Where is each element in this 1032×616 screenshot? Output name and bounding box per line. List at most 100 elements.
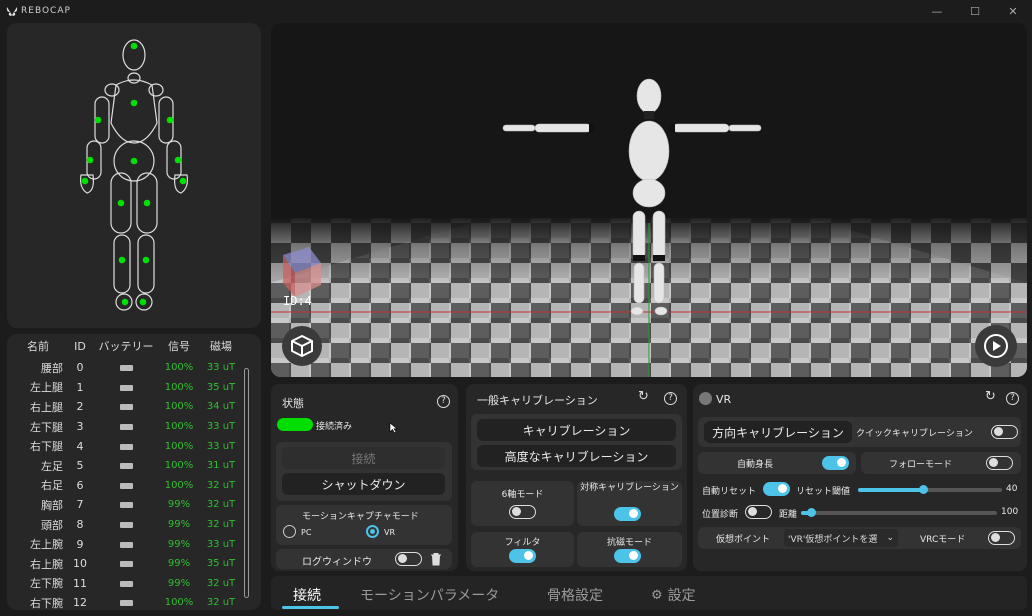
auto-reset-toggle[interactable] [763, 482, 790, 496]
vr-refresh-icon[interactable]: ↻ [985, 389, 996, 404]
signal-value: 100% [164, 440, 194, 452]
active-tab-underline [282, 606, 339, 609]
battery-icon [119, 561, 133, 568]
mode-pc-radio[interactable] [283, 525, 296, 538]
battery-cell [91, 538, 161, 551]
table-row: 右上腿 2 100% 34 uT [7, 397, 261, 417]
3d-viewport[interactable]: ID:4 [271, 23, 1027, 377]
header-signal: 信号 [168, 340, 190, 353]
table-row: 左足 5 100% 31 uT [7, 456, 261, 476]
magnetic-value: 33 uT [206, 362, 236, 374]
tab-settings[interactable]: ⚙ 設定 [651, 585, 696, 605]
header-battery: バッテリー [98, 340, 154, 353]
play-icon [984, 334, 1008, 358]
sensor-id: 12 [73, 596, 87, 610]
battery-cell [91, 459, 161, 472]
filter-toggle[interactable] [509, 549, 536, 563]
body-sensor-diagram [7, 23, 261, 328]
battery-icon [119, 502, 133, 509]
log-window-toggle[interactable] [395, 552, 422, 566]
sensor-id: 5 [76, 459, 84, 473]
calibrate-button[interactable]: キャリブレーション [477, 419, 676, 441]
magnetic-value: 32 uT [206, 577, 236, 589]
maximize-button[interactable]: ☐ [956, 0, 994, 22]
anti-mag-toggle[interactable] [614, 549, 641, 563]
vrc-mode-toggle[interactable] [988, 531, 1015, 545]
status-title: 状態 [282, 397, 304, 410]
battery-icon [119, 463, 133, 470]
signal-value: 100% [164, 421, 194, 433]
reset-threshold-label: リセット閾値 [796, 487, 851, 497]
symmetric-toggle[interactable] [614, 507, 641, 521]
position-diag-toggle[interactable] [745, 505, 772, 519]
six-axis-toggle[interactable] [509, 505, 536, 519]
sensor-id: 3 [76, 420, 84, 434]
sensor-list-scrollbar[interactable] [244, 368, 249, 598]
auto-height-toggle[interactable] [822, 456, 849, 470]
battery-cell [91, 381, 161, 394]
log-window-label: ログウィンドウ [302, 557, 372, 568]
header-magnetic: 磁場 [210, 340, 232, 353]
status-help-icon[interactable]: ? [437, 395, 450, 408]
mode-vr-radio[interactable] [366, 525, 379, 538]
vr-panel: VR ↻ ? 方向キャリブレーション クイックキャリブレーション 自動身長 フォ… [693, 384, 1027, 571]
reset-threshold-slider[interactable] [858, 485, 1002, 494]
table-row: 腰部 0 100% 33 uT [7, 358, 261, 378]
close-button[interactable]: ✕ [994, 0, 1032, 22]
auto-height-box: 自動身長 [698, 452, 856, 474]
tab-skeleton[interactable]: 骨格設定 [547, 585, 603, 605]
battery-icon [119, 443, 133, 450]
magnetic-value: 32 uT [206, 479, 236, 491]
battery-icon [119, 424, 133, 431]
calibration-help-icon[interactable]: ? [664, 392, 677, 405]
position-diag-label: 位置診断 [702, 510, 739, 520]
calibration-buttons-group: キャリブレーション 高度なキャリブレーション [471, 414, 682, 470]
follow-mode-toggle[interactable] [986, 456, 1013, 470]
calibration-refresh-icon[interactable]: ↻ [638, 389, 649, 404]
signal-value: 100% [164, 479, 194, 491]
table-row: 胸部 7 99% 32 uT [7, 495, 261, 515]
battery-cell [91, 479, 161, 492]
magnetic-value: 31 uT [206, 460, 236, 472]
connect-button[interactable]: 接続 [282, 447, 445, 469]
virtual-point-select[interactable]: 'VR'仮想ポイントを選 ⌄ [784, 529, 898, 547]
anti-mag-label: 抗磁モード [606, 538, 652, 548]
shutdown-button[interactable]: シャットダウン [282, 473, 445, 495]
table-row: 右足 6 100% 32 uT [7, 476, 261, 496]
battery-icon [119, 482, 133, 489]
sensor-name: 右上腿 [30, 400, 63, 414]
table-row: 左下腕 11 99% 32 uT [7, 574, 261, 594]
sensor-name: 左上腕 [30, 538, 63, 552]
quick-calibration-toggle[interactable] [991, 425, 1018, 439]
calibration-panel: 一般キャリブレーション ↻ ? キャリブレーション 高度なキャリブレーション 6… [466, 384, 687, 571]
advanced-calibration-button[interactable]: 高度なキャリブレーション [477, 445, 676, 467]
view-cube-button[interactable] [282, 326, 322, 366]
table-row: 左上腿 1 100% 35 uT [7, 378, 261, 398]
tab-connect[interactable]: 接続 [293, 585, 321, 605]
battery-icon [119, 404, 133, 411]
reset-threshold-value: 40 [1006, 484, 1018, 494]
table-row: 右下腿 4 100% 33 uT [7, 436, 261, 456]
connect-group: 接続 シャットダウン [276, 442, 452, 501]
sensor-id: 6 [76, 478, 84, 492]
direction-calib-row: 方向キャリブレーション クイックキャリブレーション [698, 417, 1021, 447]
title-bar[interactable]: REBOCAP — ☐ ✕ [0, 0, 1032, 22]
quick-calibration-label: クイックキャリブレーション [856, 429, 973, 439]
sensor-list-header: 名前 ID バッテリー 信号 磁場 [7, 334, 261, 358]
direction-calibration-button[interactable]: 方向キャリブレーション [704, 421, 852, 443]
magnetic-value: 33 uT [206, 421, 236, 433]
battery-cell [91, 361, 161, 374]
signal-value: 99% [167, 558, 191, 570]
anti-mag-box: 抗磁モード [577, 532, 682, 567]
signal-value: 100% [164, 401, 194, 413]
tab-motion-params[interactable]: モーションパラメータ [360, 585, 499, 605]
vr-help-icon[interactable]: ? [1006, 392, 1019, 405]
magnetic-value: 32 uT [206, 597, 236, 609]
distance-slider[interactable] [801, 508, 997, 517]
sensor-id: 4 [76, 439, 84, 453]
connected-label: 接続済み [316, 422, 353, 432]
vr-title: VR [716, 393, 732, 406]
trash-icon[interactable] [430, 552, 442, 566]
minimize-button[interactable]: — [918, 0, 956, 22]
play-button[interactable] [975, 325, 1017, 367]
